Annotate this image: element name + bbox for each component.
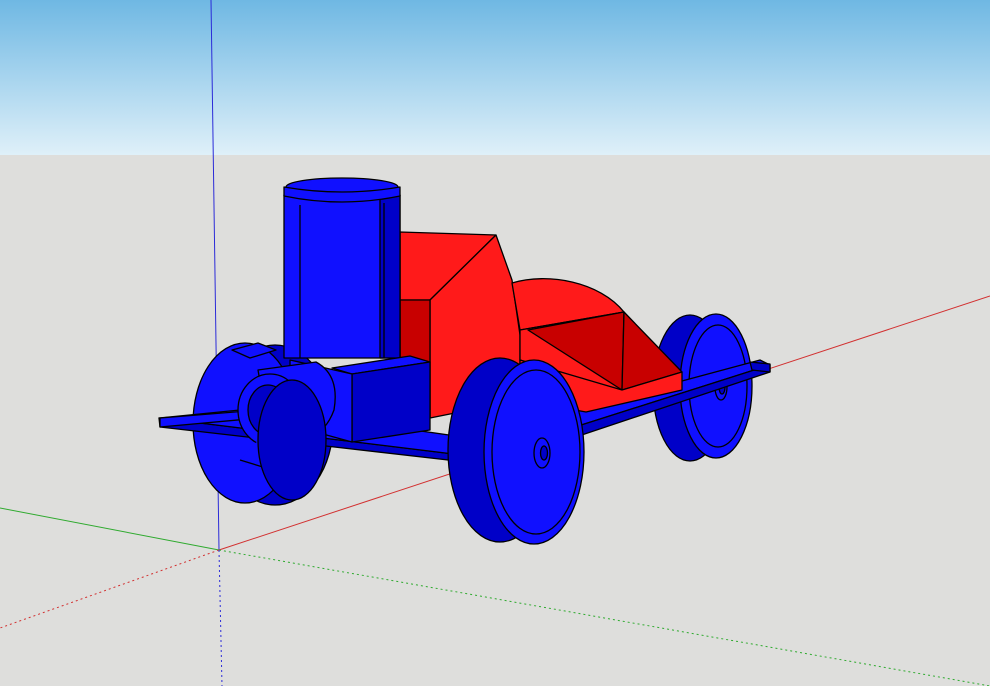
sky [0,0,990,155]
modeling-viewport[interactable] [0,0,990,686]
front-left-wheel[interactable] [447,357,585,545]
exhaust-stack [283,177,401,359]
3d-scene[interactable] [0,0,990,686]
